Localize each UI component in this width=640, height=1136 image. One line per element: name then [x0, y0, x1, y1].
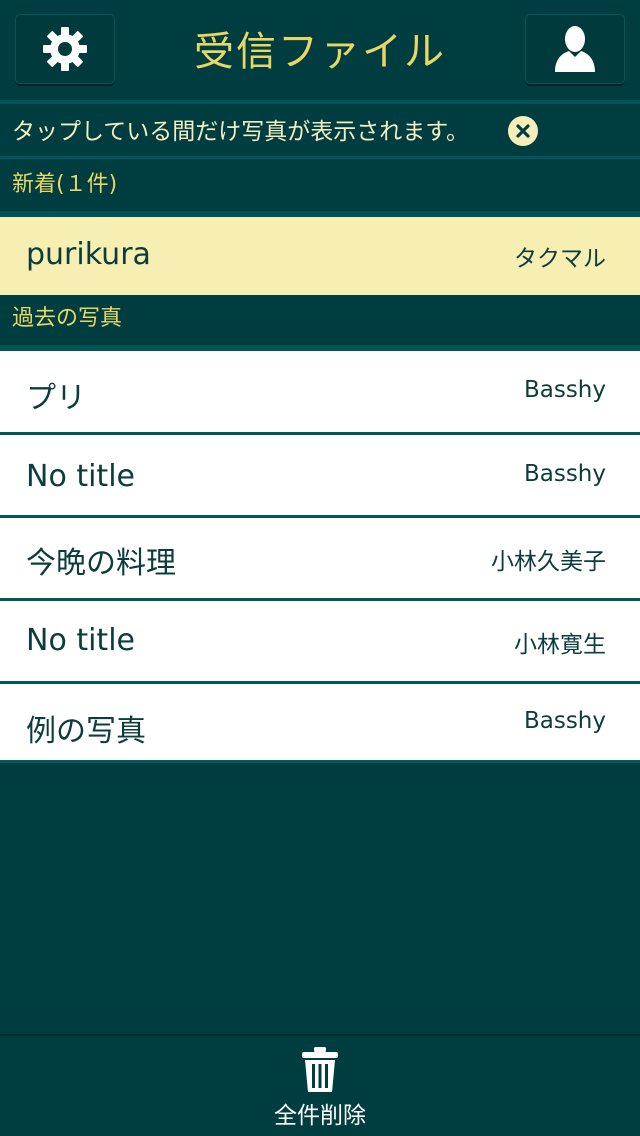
delete-all-label: 全件削除	[274, 1103, 366, 1129]
close-circle-icon	[516, 124, 530, 138]
user-icon	[555, 26, 595, 72]
section-label-new: 新着(１件)	[12, 172, 118, 197]
item-title: purikura	[26, 237, 151, 272]
list-item-new[interactable]: purikura タクマル	[0, 217, 640, 295]
item-title: No title	[26, 459, 135, 494]
item-sender: 小林寛生	[514, 632, 606, 658]
item-title: No title	[26, 623, 135, 658]
item-sender: Basshy	[523, 461, 606, 487]
delete-all-button[interactable]: 全件削除	[250, 1040, 390, 1132]
list-item[interactable]: プリ Basshy	[0, 351, 640, 432]
list-item[interactable]: No title Basshy	[0, 435, 640, 515]
notice-text: タップしている間だけ写真が表示されます。	[12, 119, 470, 145]
gear-icon	[43, 27, 87, 71]
list-item[interactable]: No title 小林寛生	[0, 601, 640, 681]
row-divider	[0, 760, 640, 763]
item-title: 今晩の料理	[26, 546, 176, 581]
notice-bar: タップしている間だけ写真が表示されます。	[0, 104, 640, 156]
settings-button[interactable]	[15, 14, 115, 84]
profile-button[interactable]	[525, 14, 625, 84]
item-title: 例の写真	[26, 714, 146, 749]
item-sender: Basshy	[523, 708, 606, 734]
app-header: 受信ファイル	[0, 0, 640, 100]
section-header-new: 新着(１件)	[0, 159, 640, 211]
section-header-past: 過去の写真	[0, 295, 640, 347]
item-sender: 小林久美子	[491, 549, 606, 575]
trash-icon	[302, 1047, 338, 1092]
item-sender: Basshy	[523, 377, 606, 403]
list-item[interactable]: 例の写真 Basshy	[0, 684, 640, 760]
footer-divider	[0, 1034, 640, 1036]
section-label-past: 過去の写真	[12, 306, 123, 331]
page-title: 受信ファイル	[194, 29, 446, 75]
item-title: プリ	[26, 381, 86, 416]
notice-close-button[interactable]	[508, 116, 538, 146]
list-item[interactable]: 今晩の料理 小林久美子	[0, 518, 640, 598]
item-sender: タクマル	[514, 246, 606, 272]
